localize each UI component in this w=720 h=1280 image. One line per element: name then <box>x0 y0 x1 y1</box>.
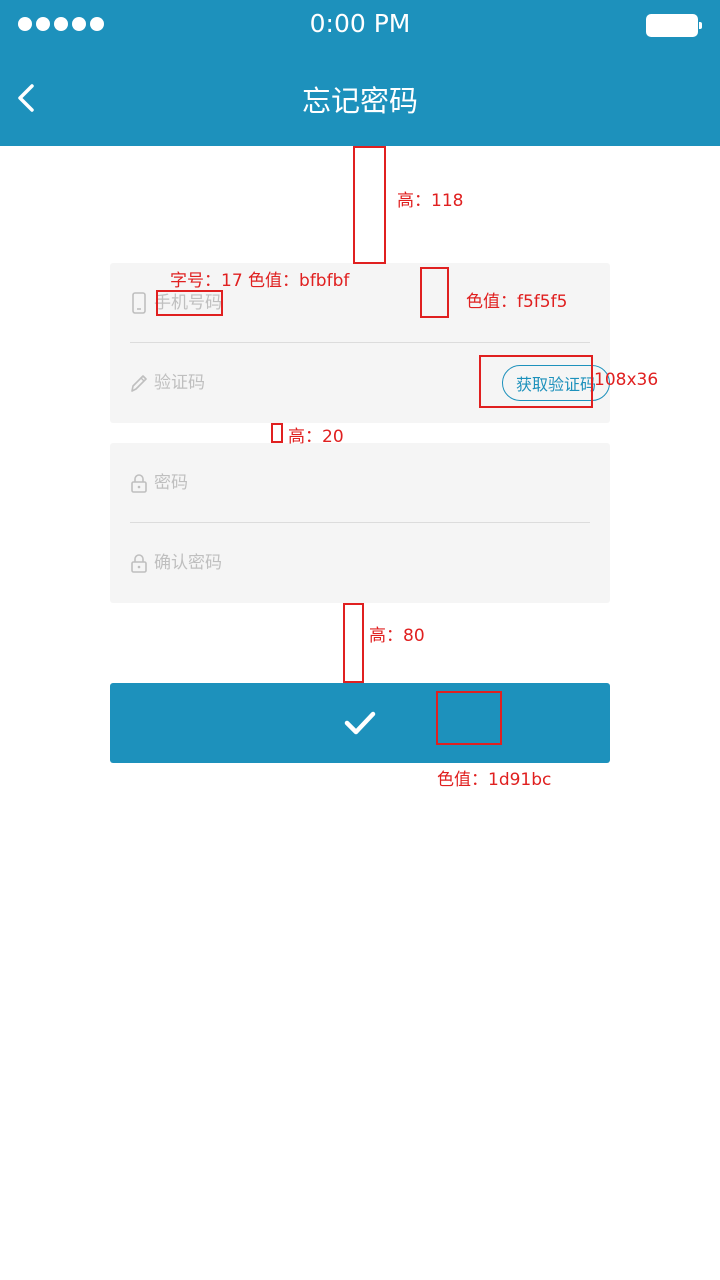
checkmark-icon <box>344 711 376 735</box>
annotation-gap-top: 高：118 <box>397 191 464 211</box>
nav-bar: 忘记密码 <box>0 48 720 146</box>
annotation-box-gap-top <box>353 146 386 264</box>
password-panel <box>110 443 610 603</box>
annotation-box-panel-color <box>420 267 449 318</box>
lock-icon <box>131 474 147 493</box>
confirm-password-row <box>130 523 590 603</box>
password-input[interactable] <box>154 463 454 503</box>
annotation-box-button-color <box>436 691 502 745</box>
password-row <box>130 443 590 523</box>
annotation-gap-button: 高：80 <box>369 626 425 646</box>
annotation-box-gap-panels <box>271 423 283 443</box>
annotation-gap-panels: 高：20 <box>288 427 344 447</box>
code-input[interactable] <box>154 363 384 403</box>
annotation-font-spec: 字号：17 色值：bfbfbf <box>170 271 350 291</box>
annotation-box-code-button <box>479 355 593 408</box>
pencil-icon <box>131 375 147 392</box>
annotation-button-size: 108x36 <box>594 370 659 390</box>
lock-icon <box>131 554 147 573</box>
app-header: 0:00 PM 忘记密码 <box>0 0 720 146</box>
status-time: 0:00 PM <box>309 9 411 38</box>
page-title: 忘记密码 <box>301 84 418 118</box>
phone-icon <box>132 292 146 314</box>
confirm-password-input[interactable] <box>154 543 454 583</box>
annotation-box-placeholder <box>156 290 223 316</box>
annotation-panel-color: 色值：f5f5f5 <box>466 292 568 312</box>
annotation-box-gap-button <box>343 603 364 683</box>
submit-button[interactable] <box>110 683 610 763</box>
status-bar: 0:00 PM <box>0 0 720 48</box>
battery-icon <box>646 14 702 37</box>
annotation-button-color: 色值：1d91bc <box>437 770 552 790</box>
